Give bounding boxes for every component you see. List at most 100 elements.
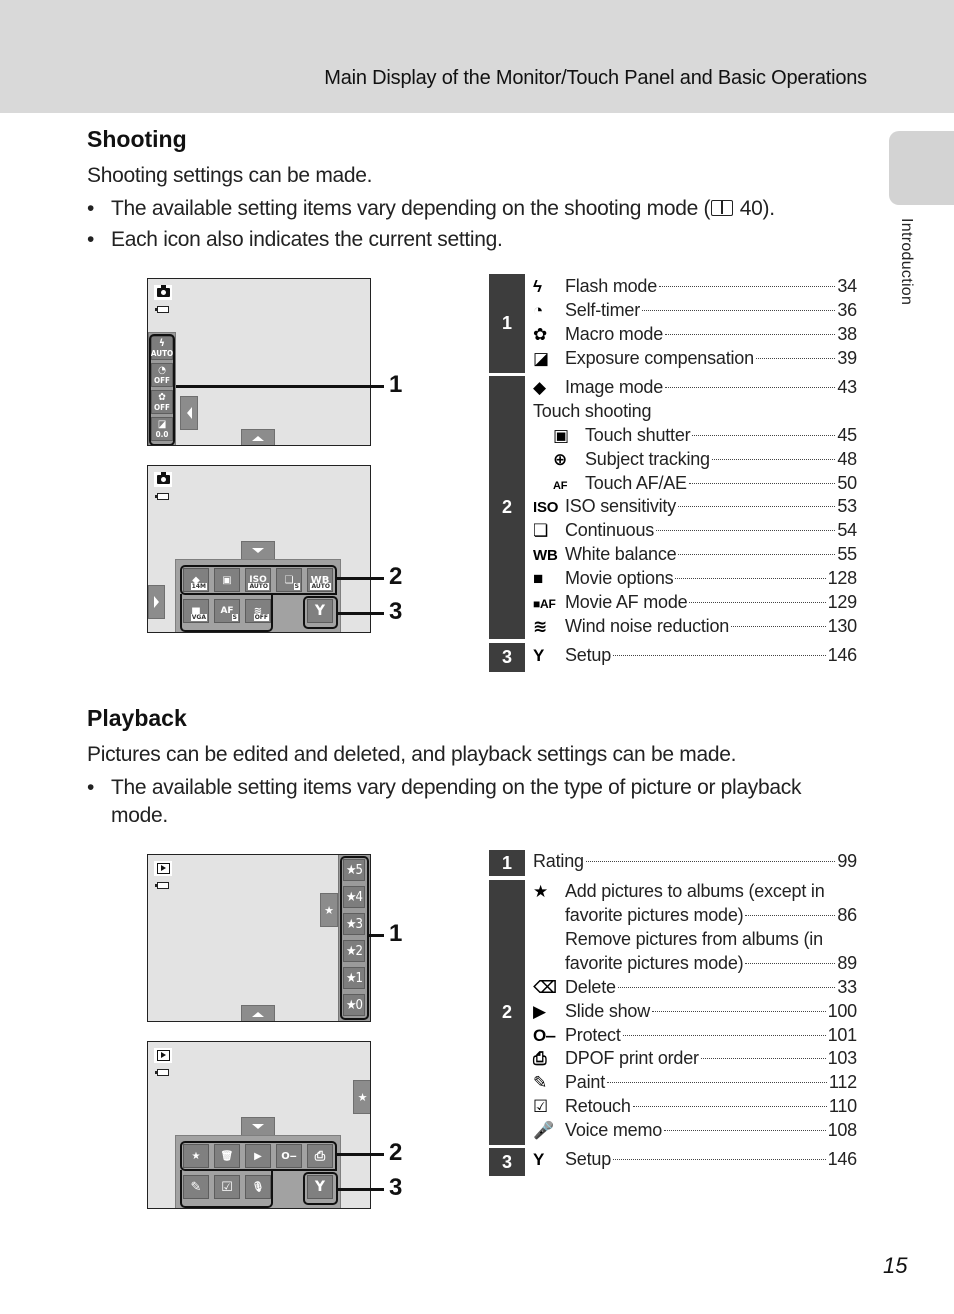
- page-reference-link[interactable]: 40: [740, 197, 763, 220]
- album-icon: ★: [533, 882, 549, 901]
- close-bottom-menu-tab[interactable]: [241, 1117, 275, 1136]
- index-entry[interactable]: ▶ Slide show 100: [533, 1001, 857, 1025]
- group-number-band: 2: [489, 376, 525, 639]
- page-ref: 112: [828, 1072, 857, 1092]
- group-number-band: 3: [489, 1148, 525, 1176]
- callout-leader-2: [337, 577, 384, 580]
- open-side-menu-tab[interactable]: [148, 585, 165, 619]
- callout-number: 1: [389, 371, 403, 398]
- index-entry[interactable]: ϟ Flash mode 34: [533, 276, 857, 300]
- index-entry[interactable]: ■ Movie options 128: [533, 568, 857, 592]
- index-entry[interactable]: ❏ Continuous 54: [533, 520, 857, 544]
- group-number-band: 2: [489, 880, 525, 1145]
- continuous-icon: ❏: [533, 521, 549, 540]
- page-ref: 54: [837, 520, 857, 540]
- index-entry[interactable]: AF Touch AF/AE 50: [533, 473, 857, 497]
- playback-index-table: 1 2 3 Rating 99 ★ Add pictures to albums (…: [489, 850, 857, 1176]
- index-entry[interactable]: 🎤 Voice memo 108: [533, 1120, 857, 1144]
- play-icon: [154, 861, 172, 876]
- page-ref: 146: [827, 645, 858, 665]
- camera-icon: [154, 472, 172, 487]
- shooting-screen-side-menu: ϟ AUTO ◔ OFF ✿ OFF ◪ 0.0: [147, 278, 371, 446]
- page-ref: 99: [837, 851, 857, 871]
- shooting-screen-bottom-menu: ◆ 14M ▣ ISO AUTO ❏ S WB AUTO ■ VGA AF S ≋ OFF Y: [147, 465, 371, 633]
- page-ref: 103: [827, 1048, 858, 1068]
- page-ref: 53: [837, 496, 857, 516]
- wrench-icon: Y: [533, 1150, 545, 1169]
- page-ref: 110: [828, 1096, 857, 1116]
- index-entry[interactable]: Y Setup 146: [533, 645, 857, 669]
- index-entry[interactable]: Rating 99: [533, 851, 857, 875]
- callout-leader-2: [337, 1153, 384, 1156]
- page-ref: 108: [827, 1120, 858, 1140]
- shooting-bullet-1: • The available setting items vary depen…: [87, 195, 857, 223]
- flash-icon: ϟ: [533, 277, 542, 296]
- index-entry[interactable]: favorite pictures mode) 86: [565, 905, 857, 929]
- rating-tab[interactable]: ★: [320, 893, 338, 927]
- macro-icon: ✿: [533, 325, 548, 344]
- callout-highlight-2b: [180, 594, 273, 632]
- playback-bullet-1: • The available setting items vary depen…: [87, 776, 802, 827]
- callout-highlight-2: [180, 1141, 337, 1171]
- index-entry[interactable]: Y Setup 146: [533, 1149, 857, 1173]
- index-entry[interactable]: ✿ Macro mode 38: [533, 324, 857, 348]
- collapse-side-menu-tab[interactable]: [180, 396, 198, 430]
- page-ref: 86: [837, 905, 857, 925]
- iso-icon: ISO: [533, 499, 559, 516]
- page-ref: 38: [837, 324, 857, 344]
- page-ref: 89: [837, 953, 857, 973]
- shooting-heading: Shooting: [87, 126, 187, 152]
- page-reference-book-icon: [711, 200, 734, 216]
- callout-highlight-2: [180, 565, 337, 595]
- chevron-up-icon: [252, 1011, 264, 1017]
- callout-highlight-3: [303, 596, 338, 629]
- page-number: 15: [883, 1253, 908, 1278]
- index-entry[interactable]: ≋ Wind noise reduction 130: [533, 616, 857, 640]
- page-ref: 45: [837, 425, 857, 445]
- callout-number: 1: [389, 920, 403, 947]
- playback-intro: Pictures can be edited and deleted, and …: [87, 743, 737, 766]
- shooting-intro: Shooting settings can be made.: [87, 164, 373, 187]
- star-icon: ★: [357, 1091, 368, 1104]
- index-entry[interactable]: ◆ Image mode 43: [533, 377, 857, 401]
- index-entry[interactable]: ◪ Exposure compensation 39: [533, 348, 857, 372]
- index-entry[interactable]: ⌫ Delete 33: [533, 977, 857, 1001]
- index-entry[interactable]: ☑ Retouch 110: [533, 1096, 857, 1120]
- rating-tab[interactable]: ★: [353, 1080, 370, 1114]
- open-bottom-menu-tab[interactable]: [241, 1005, 275, 1021]
- header-band: Main Display of the Monitor/Touch Panel …: [0, 0, 954, 113]
- index-entry[interactable]: ⊕ Subject tracking 48: [533, 449, 857, 473]
- index-entry[interactable]: ■AF Movie AF mode 129: [533, 592, 857, 616]
- index-entry[interactable]: ISO ISO sensitivity 53: [533, 496, 857, 520]
- index-entry[interactable]: ▣ Touch shutter 45: [533, 425, 857, 449]
- playback-screen-rating: ★ ★5 ★4 ★3 ★2 ★1 ★0: [147, 854, 371, 1022]
- index-entry-line1: Remove pictures from albums (in: [565, 929, 823, 949]
- retouch-icon: ☑: [533, 1097, 549, 1116]
- battery-icon: [155, 493, 169, 500]
- running-header-title: Main Display of the Monitor/Touch Panel …: [324, 67, 867, 89]
- group-number-band: 1: [489, 274, 525, 373]
- open-bottom-menu-tab[interactable]: [241, 429, 275, 445]
- image-mode-icon: ◆: [533, 378, 546, 397]
- page-ref: 130: [827, 616, 858, 636]
- index-entry[interactable]: WB White balance 55: [533, 544, 857, 568]
- index-entry[interactable]: ⎙ DPOF print order 103: [533, 1048, 857, 1072]
- index-entry[interactable]: ✎ Paint 112: [533, 1072, 857, 1096]
- star-icon: ★: [324, 904, 334, 917]
- index-entry[interactable]: favorite pictures mode) 89: [565, 953, 857, 977]
- chevron-down-icon: [252, 548, 264, 553]
- slide-show-icon: ▶: [533, 1002, 546, 1021]
- page-ref: 129: [827, 592, 858, 612]
- index-entry[interactable]: O‒ Protect 101: [533, 1025, 857, 1049]
- index-entry[interactable]: ◔ Self-timer 36: [533, 300, 857, 324]
- playback-heading: Playback: [87, 705, 187, 731]
- callout-number: 3: [389, 598, 403, 625]
- group-number-band: 3: [489, 643, 525, 672]
- chevron-left-icon: [186, 407, 192, 419]
- page-ref: 101: [827, 1025, 858, 1045]
- delete-icon: ⌫: [533, 978, 557, 997]
- close-bottom-menu-tab[interactable]: [241, 541, 275, 560]
- battery-icon: [155, 882, 169, 889]
- protect-key-icon: O‒: [533, 1026, 556, 1045]
- battery-icon: [155, 306, 169, 313]
